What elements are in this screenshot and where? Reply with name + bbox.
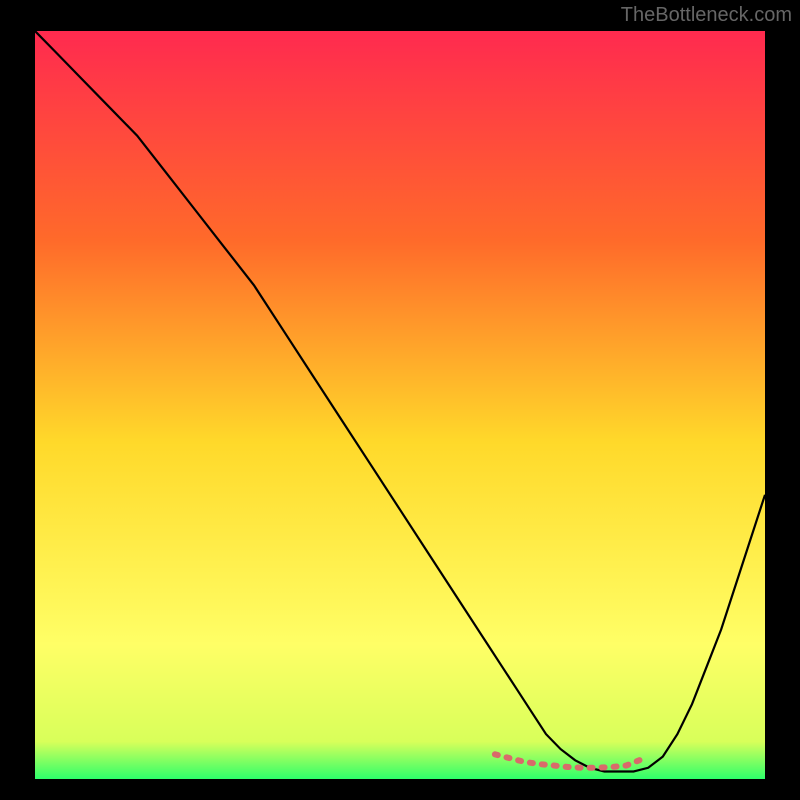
gradient-background	[35, 31, 765, 779]
plot-area	[35, 31, 765, 779]
chart-svg	[35, 31, 765, 779]
attribution-label: TheBottleneck.com	[621, 4, 792, 27]
chart-container: TheBottleneck.com	[0, 0, 800, 800]
